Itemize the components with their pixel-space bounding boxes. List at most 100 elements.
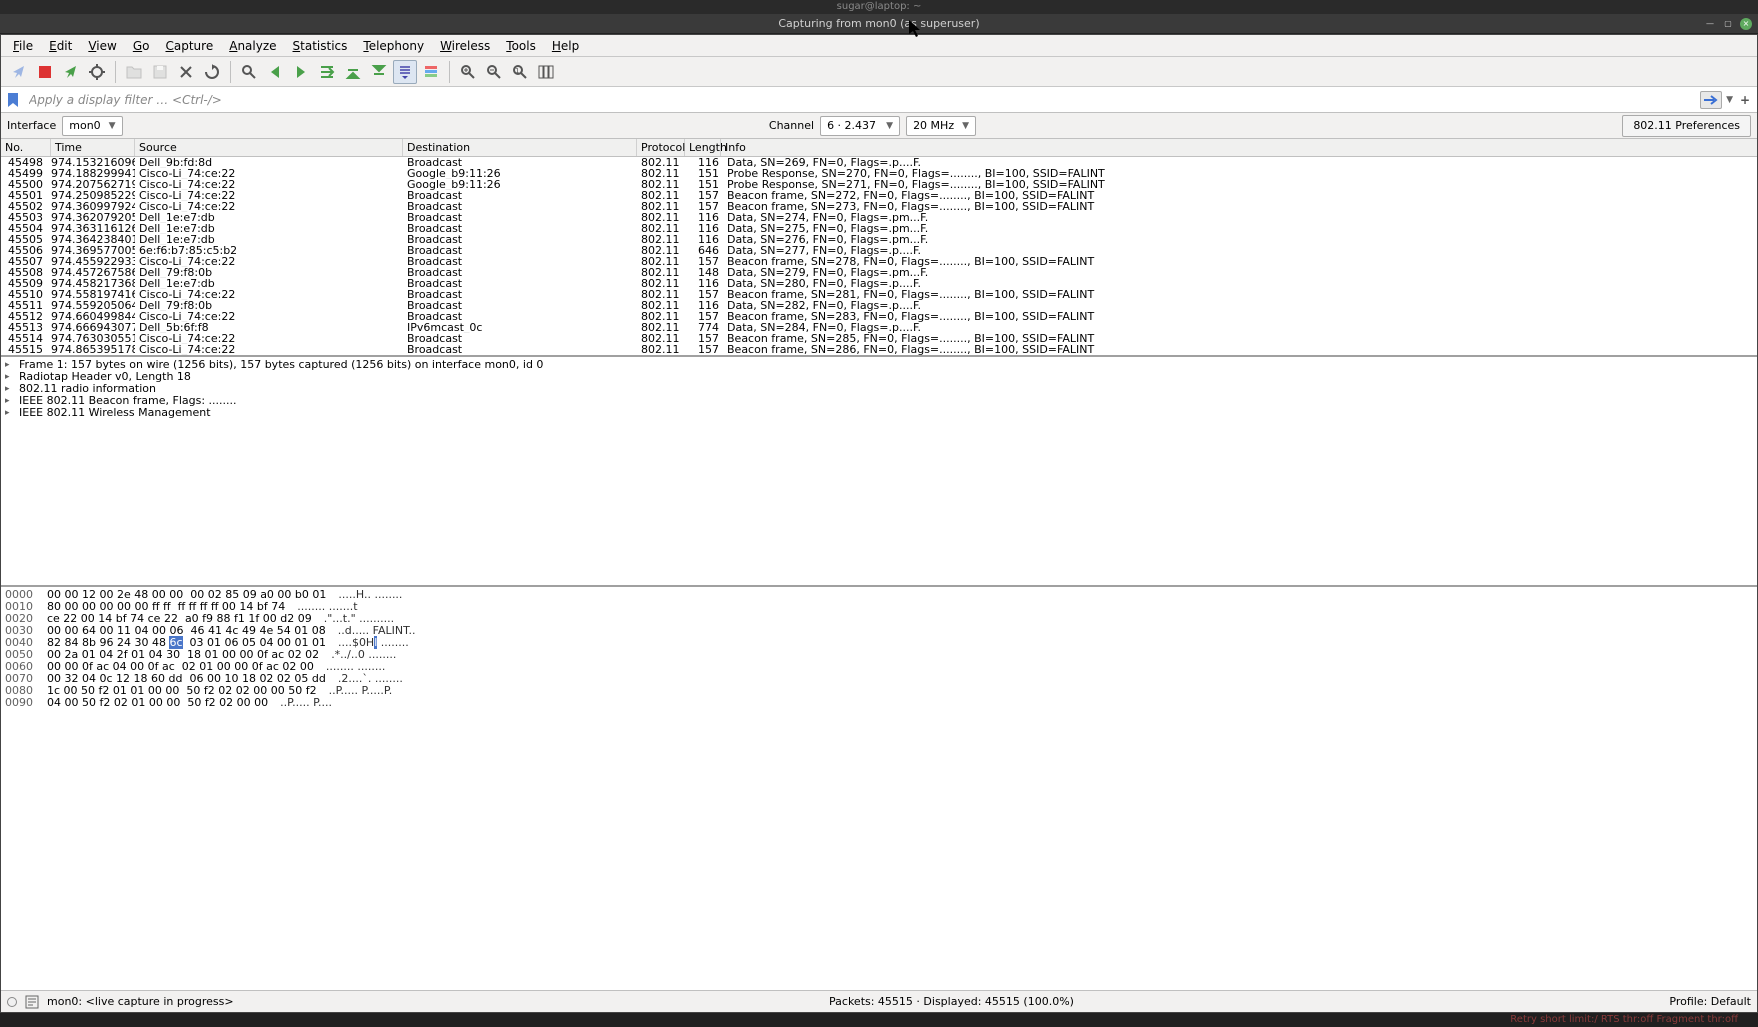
status-capture-text: mon0: <live capture in progress>	[47, 995, 234, 1008]
packet-row[interactable]: 45500974.207562719Cisco-Li_74:ce:22Googl…	[1, 179, 1757, 190]
menu-go[interactable]: Go	[125, 39, 158, 53]
tree-item[interactable]: ▸IEEE 802.11 Wireless Management	[5, 407, 1753, 419]
packet-row[interactable]: 45503974.362079205Dell_1e:e7:dbBroadcast…	[1, 212, 1757, 223]
channel-width-select[interactable]: 20 MHz▼	[906, 116, 976, 136]
expand-arrow-icon[interactable]: ▸	[5, 383, 15, 395]
packet-row[interactable]: 45515974.865395178Cisco-Li_74:ce:22Broad…	[1, 344, 1757, 355]
menu-wireless[interactable]: Wireless	[432, 39, 498, 53]
packet-row[interactable]: 45513974.666943077Dell_5b:6f:f8IPv6mcast…	[1, 322, 1757, 333]
packet-list-rows[interactable]: 45498974.153216096Dell_9b:fd:8dBroadcast…	[1, 157, 1757, 357]
tree-item[interactable]: ▸Radiotap Header v0, Length 18	[5, 371, 1753, 383]
go-first-button[interactable]	[341, 60, 365, 84]
packet-row[interactable]: 45511974.559205064Dell_79:f8:0bBroadcast…	[1, 300, 1757, 311]
packet-row[interactable]: 45508974.457267586Dell_79:f8:0bBroadcast…	[1, 267, 1757, 278]
packet-row[interactable]: 45498974.153216096Dell_9b:fd:8dBroadcast…	[1, 157, 1757, 168]
menu-view[interactable]: View	[80, 39, 124, 53]
tree-item[interactable]: ▸IEEE 802.11 Beacon frame, Flags: ......…	[5, 395, 1753, 407]
go-forward-button[interactable]	[289, 60, 313, 84]
display-filter-bar: ▼ +	[1, 87, 1757, 113]
reload-button[interactable]	[200, 60, 224, 84]
os-terminal-title: sugar@laptop: ~	[837, 1, 922, 12]
packet-details-pane[interactable]: ▸Frame 1: 157 bytes on wire (1256 bits),…	[1, 357, 1757, 587]
menu-help[interactable]: Help	[544, 39, 587, 53]
find-packet-button[interactable]	[237, 60, 261, 84]
display-filter-input[interactable]	[25, 89, 1696, 111]
add-filter-expression-button[interactable]: +	[1737, 92, 1753, 108]
column-header-source[interactable]: Source	[135, 139, 403, 156]
zoom-reset-button[interactable]: 1	[508, 60, 532, 84]
go-back-button[interactable]	[263, 60, 287, 84]
bookmark-filter-icon[interactable]	[5, 90, 21, 110]
chevron-down-icon: ▼	[962, 121, 969, 131]
column-header-time[interactable]: Time	[51, 139, 135, 156]
main-toolbar: 1	[1, 57, 1757, 87]
colorize-button[interactable]	[419, 60, 443, 84]
close-file-button[interactable]	[174, 60, 198, 84]
column-header-no[interactable]: No.	[1, 139, 51, 156]
expand-arrow-icon[interactable]: ▸	[5, 395, 15, 407]
packet-bytes-pane[interactable]: 000000 00 12 00 2e 48 00 00 00 02 85 09 …	[1, 587, 1757, 990]
filter-dropdown-caret[interactable]: ▼	[1726, 95, 1733, 105]
minimize-window-button[interactable]: —	[1704, 18, 1716, 30]
packet-row[interactable]: 45504974.363116126Dell_1e:e7:dbBroadcast…	[1, 223, 1757, 234]
hex-row[interactable]: 009004 00 50 f2 02 01 00 00 50 f2 02 00 …	[5, 697, 1753, 709]
menu-file[interactable]: File	[5, 39, 41, 53]
auto-scroll-button[interactable]	[393, 60, 417, 84]
expand-arrow-icon[interactable]: ▸	[5, 359, 15, 371]
zoom-out-button[interactable]	[482, 60, 506, 84]
channel-select[interactable]: 6 · 2.437▼	[820, 116, 900, 136]
toolbar-separator	[449, 61, 450, 83]
svg-text:1: 1	[515, 67, 519, 75]
chevron-down-icon: ▼	[109, 121, 116, 131]
os-terminal-titlebar: sugar@laptop: ~	[0, 0, 1758, 14]
menu-telephony[interactable]: Telephony	[355, 39, 432, 53]
column-header-info[interactable]: Info	[721, 139, 1757, 156]
packet-row[interactable]: 45499974.188299941Cisco-Li_74:ce:22Googl…	[1, 168, 1757, 179]
menu-edit[interactable]: Edit	[41, 39, 80, 53]
column-header-dest[interactable]: Destination	[403, 139, 637, 156]
restore-window-button[interactable]: ▢	[1722, 18, 1734, 30]
expert-info-button[interactable]	[7, 997, 17, 1007]
packet-row[interactable]: 45506974.3695770056e:f6:b7:85:c5:b2Broad…	[1, 245, 1757, 256]
close-window-button[interactable]: ×	[1740, 18, 1752, 30]
packet-row[interactable]: 45514974.763030551Cisco-Li_74:ce:22Broad…	[1, 333, 1757, 344]
column-header-protocol[interactable]: Protocol	[637, 139, 685, 156]
wireless-toolbar: Interface mon0▼ Channel 6 · 2.437▼ 20 MH…	[1, 113, 1757, 139]
status-packet-count: Packets: 45515 · Displayed: 45515 (100.0…	[829, 995, 1074, 1008]
go-last-button[interactable]	[367, 60, 391, 84]
wireless-preferences-button[interactable]: 802.11 Preferences	[1622, 115, 1751, 137]
menu-capture[interactable]: Capture	[157, 39, 221, 53]
column-header-length[interactable]: Length	[685, 139, 721, 156]
capture-file-properties-button[interactable]	[25, 995, 39, 1009]
apply-filter-button[interactable]	[1700, 91, 1722, 109]
menu-analyze[interactable]: Analyze	[221, 39, 284, 53]
packet-row[interactable]: 45501974.250985229Cisco-Li_74:ce:22Broad…	[1, 190, 1757, 201]
packet-row[interactable]: 45509974.458217368Dell_1e:e7:dbBroadcast…	[1, 278, 1757, 289]
window-titlebar[interactable]: Capturing from mon0 (as superuser) — ▢ ×	[0, 14, 1758, 34]
packet-list-header[interactable]: No. Time Source Destination Protocol Len…	[1, 139, 1757, 157]
packet-row[interactable]: 45510974.558197416Cisco-Li_74:ce:22Broad…	[1, 289, 1757, 300]
resize-columns-button[interactable]	[534, 60, 558, 84]
expand-arrow-icon[interactable]: ▸	[5, 371, 15, 383]
tree-item[interactable]: ▸802.11 radio information	[5, 383, 1753, 395]
menu-statistics[interactable]: Statistics	[285, 39, 356, 53]
packet-list-pane[interactable]: No. Time Source Destination Protocol Len…	[1, 139, 1757, 357]
status-profile[interactable]: Profile: Default	[1669, 995, 1751, 1008]
interface-select[interactable]: mon0▼	[62, 116, 122, 136]
packet-row[interactable]: 45507974.455922933Cisco-Li_74:ce:22Broad…	[1, 256, 1757, 267]
menubar[interactable]: FileEditViewGoCaptureAnalyzeStatisticsTe…	[1, 35, 1757, 57]
app-window: FileEditViewGoCaptureAnalyzeStatisticsTe…	[0, 34, 1758, 1013]
capture-options-button[interactable]	[85, 60, 109, 84]
tree-item[interactable]: ▸Frame 1: 157 bytes on wire (1256 bits),…	[5, 359, 1753, 371]
chevron-down-icon: ▼	[886, 121, 893, 131]
expand-arrow-icon[interactable]: ▸	[5, 407, 15, 419]
menu-tools[interactable]: Tools	[498, 39, 544, 53]
zoom-in-button[interactable]	[456, 60, 480, 84]
toolbar-separator	[230, 61, 231, 83]
packet-row[interactable]: 45505974.364238401Dell_1e:e7:dbBroadcast…	[1, 234, 1757, 245]
packet-row[interactable]: 45512974.660499844Cisco-Li_74:ce:22Broad…	[1, 311, 1757, 322]
stop-capture-button[interactable]	[33, 60, 57, 84]
restart-capture-button[interactable]	[59, 60, 83, 84]
go-to-packet-button[interactable]	[315, 60, 339, 84]
packet-row[interactable]: 45502974.360997924Cisco-Li_74:ce:22Broad…	[1, 201, 1757, 212]
